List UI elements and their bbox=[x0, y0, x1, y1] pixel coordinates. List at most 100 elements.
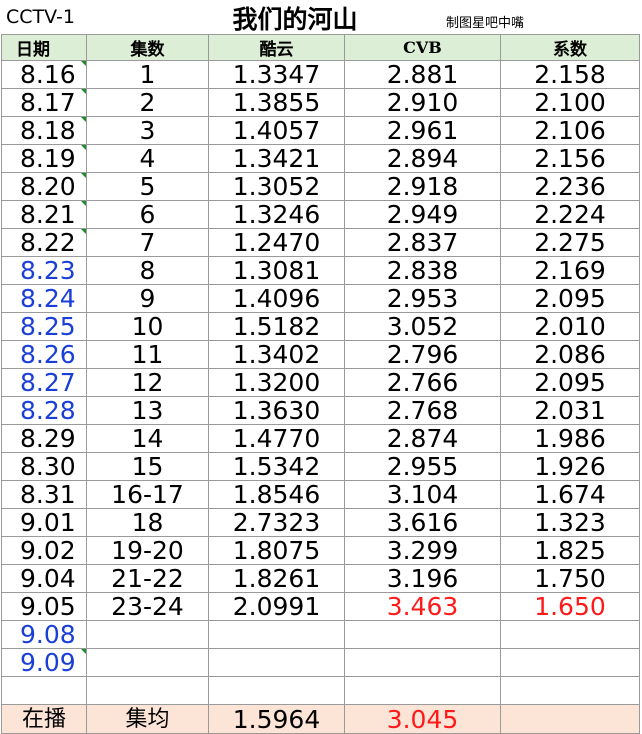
coefficient-cell[interactable]: 1.986 bbox=[500, 424, 640, 453]
episode-cell[interactable]: 12 bbox=[86, 368, 209, 397]
episode-cell[interactable]: 1 bbox=[86, 60, 209, 89]
kuyun-cell[interactable]: 1.4096 bbox=[208, 284, 345, 313]
date-cell[interactable]: 8.21 bbox=[1, 200, 87, 229]
cvb-cell[interactable]: 2.918 bbox=[344, 172, 501, 201]
date-cell[interactable]: 8.30 bbox=[1, 452, 87, 481]
kuyun-cell[interactable]: 1.8261 bbox=[208, 564, 345, 593]
table-cell[interactable] bbox=[208, 676, 345, 705]
episode-cell[interactable]: 11 bbox=[86, 340, 209, 369]
episode-cell[interactable] bbox=[86, 648, 209, 677]
kuyun-cell[interactable]: 1.3421 bbox=[208, 144, 345, 173]
kuyun-cell[interactable]: 1.4770 bbox=[208, 424, 345, 453]
coefficient-cell[interactable]: 2.031 bbox=[500, 396, 640, 425]
episode-cell[interactable]: 5 bbox=[86, 172, 209, 201]
cvb-cell[interactable]: 2.949 bbox=[344, 200, 501, 229]
kuyun-cell[interactable]: 1.3081 bbox=[208, 256, 345, 285]
coefficient-cell[interactable] bbox=[500, 648, 640, 677]
episode-cell[interactable]: 2 bbox=[86, 88, 209, 117]
cvb-cell[interactable]: 2.881 bbox=[344, 60, 501, 89]
episode-cell[interactable]: 15 bbox=[86, 452, 209, 481]
date-cell[interactable]: 8.17 bbox=[1, 88, 87, 117]
column-header-episode[interactable]: 集数 bbox=[86, 34, 209, 61]
summary-label-average[interactable]: 集均 bbox=[86, 704, 209, 734]
kuyun-cell[interactable]: 2.0991 bbox=[208, 592, 345, 621]
coefficient-cell[interactable]: 2.169 bbox=[500, 256, 640, 285]
date-cell[interactable]: 8.27 bbox=[1, 368, 87, 397]
column-header-kuyun[interactable]: 酷云 bbox=[208, 34, 345, 61]
coefficient-cell[interactable]: 2.224 bbox=[500, 200, 640, 229]
cvb-cell[interactable]: 3.104 bbox=[344, 480, 501, 509]
kuyun-cell[interactable] bbox=[208, 620, 345, 649]
date-cell[interactable]: 8.22 bbox=[1, 228, 87, 257]
coefficient-cell[interactable]: 2.156 bbox=[500, 144, 640, 173]
cvb-cell[interactable]: 2.838 bbox=[344, 256, 501, 285]
date-cell[interactable]: 9.01 bbox=[1, 508, 87, 537]
summary-cvb-average[interactable]: 3.045 bbox=[344, 704, 501, 734]
table-cell[interactable] bbox=[86, 676, 209, 705]
episode-cell[interactable]: 19-20 bbox=[86, 536, 209, 565]
episode-cell[interactable]: 9 bbox=[86, 284, 209, 313]
summary-label-airing[interactable]: 在播 bbox=[1, 704, 87, 734]
kuyun-cell[interactable]: 1.5182 bbox=[208, 312, 345, 341]
date-cell[interactable]: 8.24 bbox=[1, 284, 87, 313]
coefficient-cell[interactable]: 2.100 bbox=[500, 88, 640, 117]
episode-cell[interactable]: 4 bbox=[86, 144, 209, 173]
kuyun-cell[interactable]: 1.2470 bbox=[208, 228, 345, 257]
episode-cell[interactable]: 6 bbox=[86, 200, 209, 229]
kuyun-cell[interactable]: 1.3855 bbox=[208, 88, 345, 117]
cvb-cell[interactable]: 2.955 bbox=[344, 452, 501, 481]
kuyun-cell[interactable]: 1.4057 bbox=[208, 116, 345, 145]
episode-cell[interactable]: 10 bbox=[86, 312, 209, 341]
summary-kuyun-average[interactable]: 1.5964 bbox=[208, 704, 345, 734]
episode-cell[interactable]: 14 bbox=[86, 424, 209, 453]
coefficient-cell[interactable]: 1.750 bbox=[500, 564, 640, 593]
date-cell[interactable]: 8.16 bbox=[1, 60, 87, 89]
date-cell[interactable]: 8.28 bbox=[1, 396, 87, 425]
kuyun-cell[interactable]: 1.3246 bbox=[208, 200, 345, 229]
kuyun-cell[interactable]: 1.5342 bbox=[208, 452, 345, 481]
cvb-cell[interactable]: 3.463 bbox=[344, 592, 501, 621]
cvb-cell[interactable] bbox=[344, 648, 501, 677]
coefficient-cell[interactable]: 2.095 bbox=[500, 368, 640, 397]
table-cell[interactable] bbox=[344, 676, 501, 705]
kuyun-cell[interactable]: 2.7323 bbox=[208, 508, 345, 537]
coefficient-cell[interactable]: 2.106 bbox=[500, 116, 640, 145]
coefficient-cell[interactable]: 1.650 bbox=[500, 592, 640, 621]
cvb-cell[interactable]: 2.961 bbox=[344, 116, 501, 145]
date-cell[interactable]: 8.31 bbox=[1, 480, 87, 509]
column-header-coefficient[interactable]: 系数 bbox=[500, 34, 640, 61]
coefficient-cell[interactable]: 1.825 bbox=[500, 536, 640, 565]
episode-cell[interactable]: 3 bbox=[86, 116, 209, 145]
cvb-cell[interactable]: 3.196 bbox=[344, 564, 501, 593]
cvb-cell[interactable]: 2.796 bbox=[344, 340, 501, 369]
cvb-cell[interactable]: 2.874 bbox=[344, 424, 501, 453]
column-header-cvb[interactable]: CVB bbox=[344, 34, 501, 61]
table-cell[interactable] bbox=[500, 676, 640, 705]
coefficient-cell[interactable]: 2.086 bbox=[500, 340, 640, 369]
episode-cell[interactable]: 16-17 bbox=[86, 480, 209, 509]
kuyun-cell[interactable]: 1.3200 bbox=[208, 368, 345, 397]
kuyun-cell[interactable]: 1.8075 bbox=[208, 536, 345, 565]
date-cell[interactable]: 9.05 bbox=[1, 592, 87, 621]
episode-cell[interactable]: 23-24 bbox=[86, 592, 209, 621]
cvb-cell[interactable]: 2.953 bbox=[344, 284, 501, 313]
date-cell[interactable]: 9.09 bbox=[1, 648, 87, 677]
date-cell[interactable]: 9.02 bbox=[1, 536, 87, 565]
date-cell[interactable]: 8.26 bbox=[1, 340, 87, 369]
date-cell[interactable]: 8.20 bbox=[1, 172, 87, 201]
coefficient-cell[interactable]: 2.236 bbox=[500, 172, 640, 201]
date-cell[interactable]: 8.23 bbox=[1, 256, 87, 285]
cvb-cell[interactable]: 3.616 bbox=[344, 508, 501, 537]
cvb-cell[interactable]: 2.768 bbox=[344, 396, 501, 425]
kuyun-cell[interactable]: 1.3402 bbox=[208, 340, 345, 369]
coefficient-cell[interactable]: 1.674 bbox=[500, 480, 640, 509]
coefficient-cell[interactable]: 1.323 bbox=[500, 508, 640, 537]
episode-cell[interactable] bbox=[86, 620, 209, 649]
coefficient-cell[interactable]: 1.926 bbox=[500, 452, 640, 481]
kuyun-cell[interactable]: 1.3347 bbox=[208, 60, 345, 89]
table-cell[interactable] bbox=[1, 676, 87, 705]
cvb-cell[interactable]: 2.766 bbox=[344, 368, 501, 397]
column-header-date[interactable]: 日期 bbox=[1, 34, 87, 61]
episode-cell[interactable]: 8 bbox=[86, 256, 209, 285]
cvb-cell[interactable]: 3.052 bbox=[344, 312, 501, 341]
